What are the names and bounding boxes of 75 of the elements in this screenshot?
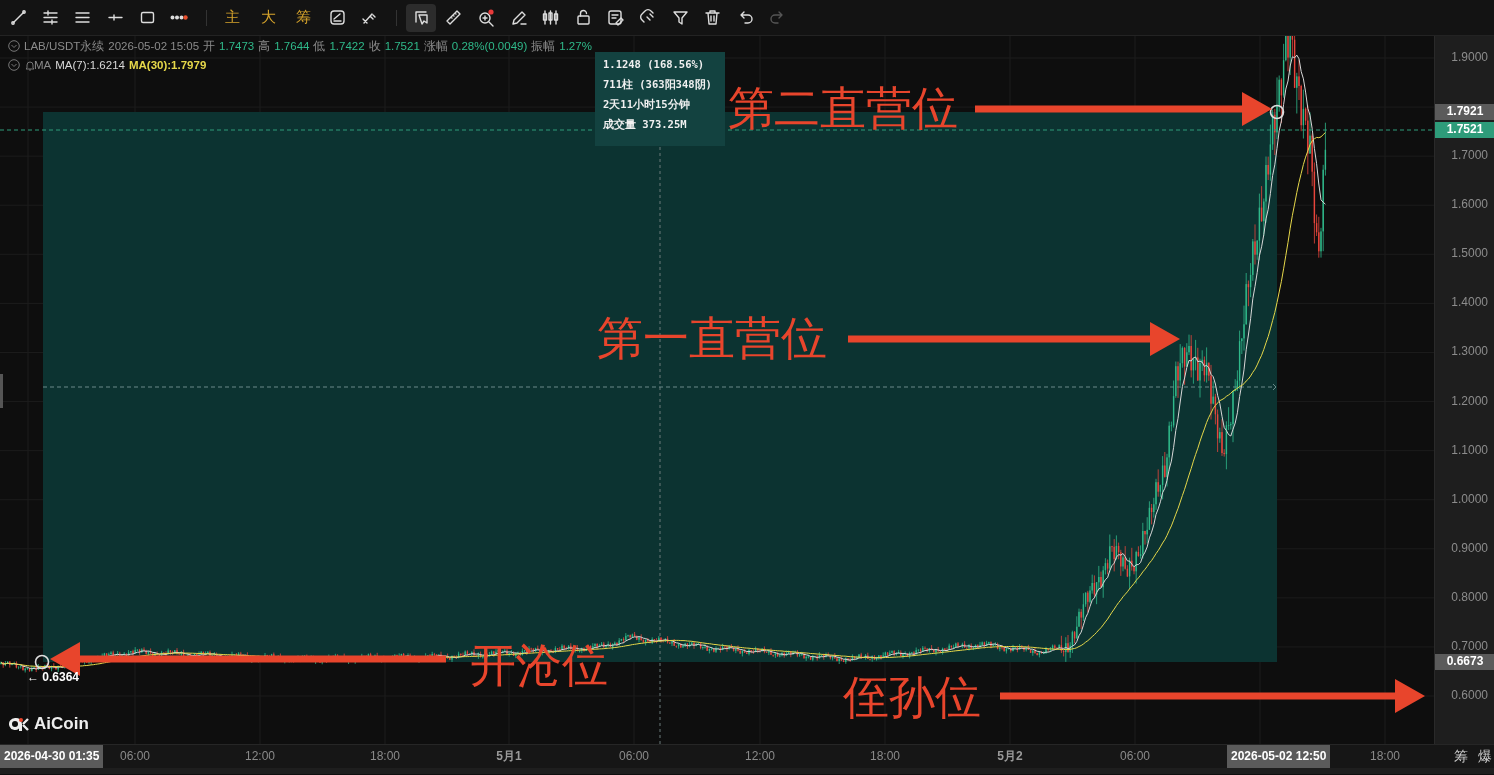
price-tick: 1.5000 — [1451, 246, 1488, 261]
price-tick: 1.4000 — [1451, 295, 1488, 310]
axis-button[interactable]: 爆 — [1476, 745, 1494, 768]
tooltip-text: 711柱 (363阳348阴) — [603, 77, 713, 92]
indicator-tab[interactable]: 主 — [216, 3, 250, 32]
date-label: 5月1 — [496, 748, 522, 765]
price-tick: 1.6000 — [1451, 197, 1488, 212]
field-label: 涨幅 — [423, 38, 448, 54]
indicator-value: MA(7):1.6214 — [55, 59, 125, 71]
anchor-point[interactable] — [34, 654, 50, 670]
price-label: ← 0.6364 — [27, 670, 80, 684]
date-label: 5月2 — [997, 748, 1023, 765]
timestamp: 2026-05-02 15:05 — [108, 40, 200, 52]
tooltip-text: 成交量 373.25M — [603, 117, 688, 132]
annotation-text: 第二直营位 — [728, 82, 958, 134]
price-tick: 0.7000 — [1451, 638, 1488, 653]
field-label: 低 — [313, 38, 326, 54]
time-label: 18:00 — [870, 748, 900, 765]
trash-icon — [703, 8, 723, 27]
diagonal-line-icon — [8, 8, 28, 27]
logo-icon — [8, 716, 30, 732]
anchor-point[interactable] — [1269, 104, 1285, 120]
caret-icon — [1272, 383, 1277, 391]
annotation-text: 侄孙位 — [843, 671, 981, 723]
price-tick: 1.0000 — [1451, 491, 1488, 506]
field-value: 1.7521 — [384, 40, 420, 52]
annotation-text: 第一直营位 — [597, 312, 827, 364]
zoom-icon — [476, 8, 496, 27]
price-marker: 1.7921 — [1435, 104, 1494, 120]
price-tick: 1.9000 — [1451, 50, 1488, 64]
field-label: 收 — [368, 38, 381, 54]
field-value: 1.7473 — [219, 40, 255, 52]
field-label: 振幅 — [531, 38, 556, 54]
indicator-value: MA(30):1.7979 — [128, 59, 207, 71]
bell-icon[interactable] — [24, 59, 36, 71]
field-value: 0.28%(0.0049) — [451, 40, 528, 52]
price-tick: 1.7000 — [1451, 148, 1488, 163]
time-label: 12:00 — [245, 748, 275, 765]
time-label: 12:00 — [745, 748, 775, 765]
price-tick: 0.8000 — [1451, 589, 1488, 604]
indicator-tab[interactable]: 大 — [251, 3, 285, 32]
price-tick: 1.2000 — [1451, 393, 1488, 408]
resize-handle[interactable] — [0, 374, 3, 408]
time-label: 18:00 — [1370, 748, 1400, 765]
time-label: 18:00 — [370, 748, 400, 765]
field-value: 1.27% — [559, 40, 592, 52]
tooltip-text: 2天11小时15分钟 — [603, 97, 691, 112]
time-label: 06:00 — [619, 748, 649, 765]
tool-button[interactable] — [406, 3, 437, 32]
more-icon — [170, 15, 190, 20]
logo-text: AiCoin — [34, 714, 89, 734]
symbol-label: LAB/USDT永续 — [24, 38, 105, 54]
candles-icon — [541, 8, 561, 27]
field-label: 高 — [258, 38, 271, 54]
tooltip-text: 1.1248 (168.56%) — [603, 57, 706, 72]
time-label: 06:00 — [120, 748, 150, 765]
price-tick: 1.1000 — [1451, 442, 1488, 457]
time-label: 06:00 — [1120, 748, 1150, 765]
axis-button[interactable]: 筹 — [1452, 745, 1470, 768]
collapse-icon[interactable] — [8, 59, 20, 71]
collapse-icon[interactable] — [8, 40, 20, 52]
field-label: 开 — [203, 38, 216, 54]
price-tick: 0.6000 — [1451, 688, 1488, 703]
note-icon — [606, 8, 626, 27]
indicator-tab[interactable]: 筹 — [287, 3, 321, 32]
time-marker: 2026-04-30 01:35 — [0, 745, 104, 768]
time-marker: 2026-05-02 12:50 — [1227, 745, 1331, 768]
price-tick: 0.9000 — [1451, 540, 1488, 555]
price-marker: 1.7521 — [1435, 122, 1494, 138]
field-value: 1.7422 — [329, 40, 365, 52]
indicator-name: MA — [34, 59, 52, 71]
price-marker: 0.6673 — [1435, 654, 1494, 670]
field-value: 1.7644 — [274, 40, 310, 52]
parallel-lines-icon — [40, 8, 60, 27]
price-tick: 1.3000 — [1451, 344, 1488, 359]
